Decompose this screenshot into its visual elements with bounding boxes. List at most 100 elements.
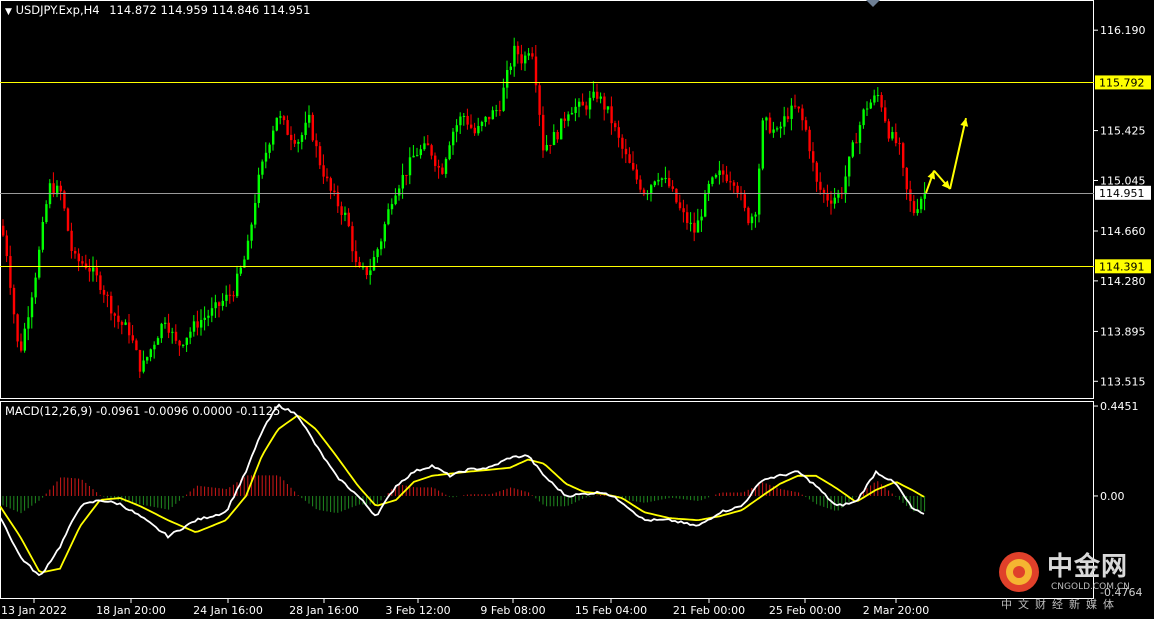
candle-body <box>30 297 34 318</box>
candle-body <box>275 117 278 131</box>
candle-body <box>732 182 736 186</box>
candle-body <box>2 225 5 236</box>
candle-body <box>808 129 811 152</box>
candle-body <box>102 289 106 295</box>
candle-body <box>614 123 617 128</box>
candle-body <box>862 109 865 126</box>
price-tick-label: 113.515 <box>1100 375 1146 388</box>
watermark-domain: CNGOLD.COM.CN <box>1051 582 1130 592</box>
candle-body <box>592 91 595 98</box>
candle-body <box>552 132 556 146</box>
candle-body <box>178 340 181 346</box>
candle-body <box>196 321 199 328</box>
candle-body <box>16 314 19 342</box>
candle-body <box>142 360 145 372</box>
candle-body <box>70 230 73 251</box>
candle-body <box>920 198 923 210</box>
candle-body <box>704 193 707 217</box>
candle-body <box>660 178 664 180</box>
price-axis: 116.190 115.425 115.045 114.660 114.280 113.8… <box>1094 24 1151 388</box>
level-price-label: 114.391 <box>1099 260 1145 273</box>
candle-body <box>844 176 847 195</box>
gold-coin-icon <box>999 552 1039 592</box>
candle-body <box>426 143 430 146</box>
candle-body <box>894 132 898 144</box>
candle-body <box>786 116 790 119</box>
candle-body <box>754 214 757 217</box>
candle-body <box>761 120 764 169</box>
candle-body <box>502 87 505 111</box>
candle-body <box>891 132 894 139</box>
candle-body <box>221 300 224 306</box>
candle-body <box>711 177 714 184</box>
candle-body <box>282 116 286 121</box>
candle-body <box>52 183 55 195</box>
time-tick-label: 9 Feb 08:00 <box>480 604 545 617</box>
candle-body <box>585 105 588 110</box>
candle-body <box>354 251 358 263</box>
candle-body <box>812 151 815 163</box>
candle-body <box>333 190 336 193</box>
candle-body <box>38 249 41 278</box>
price-panel-border <box>0 0 1094 399</box>
candle-body <box>138 350 142 372</box>
time-axis: 13 Jan 2022 18 Jan 20:00 24 Jan 16:00 28 Ja… <box>1 599 929 617</box>
candle-body <box>308 114 311 123</box>
candle-body <box>714 175 718 178</box>
candle-body <box>434 155 437 166</box>
candle-body <box>441 167 444 174</box>
watermark-subtitle: 中文财经新媒体 <box>1001 598 1120 611</box>
price-panel-header: ▼ USDJPY.Exp,H4 114.872 114.959 114.846 … <box>5 3 310 17</box>
candle-body <box>473 127 476 134</box>
candle-body <box>344 212 347 215</box>
candle-body <box>869 102 872 109</box>
candle-body <box>516 45 520 55</box>
candle-body <box>725 174 728 182</box>
candle-body <box>192 321 196 332</box>
candle-body <box>387 209 390 225</box>
macd-values: MACD(12,26,9) -0.0961 -0.0096 0.0000 -0.… <box>5 404 281 418</box>
candle-body <box>383 224 386 242</box>
time-tick-label: 18 Jan 20:00 <box>96 604 166 617</box>
candle-body <box>866 108 869 110</box>
candle-body <box>120 321 124 325</box>
time-tick-label: 28 Jan 16:00 <box>289 604 359 617</box>
candle-body <box>74 250 77 254</box>
candle-body <box>174 331 178 341</box>
candle-body <box>657 179 660 182</box>
price-tick-label: 115.045 <box>1100 174 1146 187</box>
candle-body <box>347 212 350 227</box>
candle-body <box>268 144 271 153</box>
candle-body <box>779 126 782 129</box>
candle-body <box>581 101 584 106</box>
candle-body <box>390 204 394 210</box>
candle-body <box>455 125 458 132</box>
candle-body <box>909 189 912 202</box>
price-tick-label: 113.895 <box>1100 325 1146 338</box>
candle-body <box>146 357 149 361</box>
macd-panel-header: MACD(12,26,9) -0.0961 -0.0096 0.0000 -0.… <box>5 404 280 418</box>
candle-body <box>628 154 631 163</box>
macd-line <box>0 403 925 577</box>
candle-body <box>92 267 95 272</box>
candle-body <box>77 253 80 262</box>
candle-body <box>671 186 674 189</box>
candle-body <box>448 145 451 160</box>
candle-body <box>189 331 192 338</box>
candle-body <box>257 174 260 204</box>
candle-body <box>110 295 113 314</box>
time-tick-label: 15 Feb 04:00 <box>575 604 647 617</box>
price-tick-label: 114.660 <box>1100 225 1146 238</box>
candle-body <box>484 116 487 122</box>
candle-body <box>765 117 768 121</box>
candle-body <box>596 91 599 99</box>
candle-body <box>380 241 383 250</box>
candle-body <box>293 140 296 144</box>
candle-body <box>804 120 808 130</box>
candle-body <box>884 107 887 122</box>
candle-body <box>171 331 174 333</box>
candle-body <box>401 174 404 189</box>
dropdown-arrow-icon[interactable]: ▼ <box>5 7 12 17</box>
candle-body <box>164 322 167 324</box>
candle-body <box>520 54 523 64</box>
